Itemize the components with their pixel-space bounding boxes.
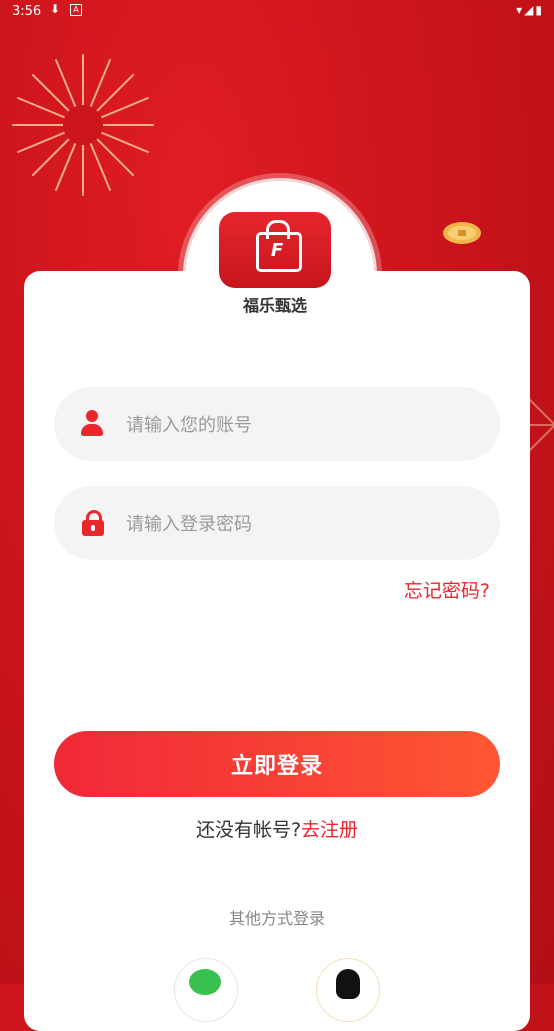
account-field[interactable] — [54, 387, 500, 463]
forgot-password-link[interactable]: 忘记密码? — [404, 576, 490, 603]
logo-letter: F — [270, 240, 284, 261]
signal-battery-icons: ▾◢▮ — [516, 3, 544, 17]
register-line: 还没有帐号?去注册 — [0, 815, 554, 842]
notification-icon: A — [70, 4, 82, 16]
account-input[interactable] — [124, 387, 478, 463]
no-account-text: 还没有帐号? — [195, 819, 302, 841]
qq-icon — [336, 969, 360, 999]
app-name: 福乐甄选 — [242, 296, 307, 315]
lock-icon — [82, 510, 104, 536]
password-field[interactable] — [54, 486, 500, 562]
wechat-icon — [189, 969, 221, 995]
wechat-login-button[interactable] — [174, 958, 238, 1022]
firework-decoration — [12, 54, 154, 196]
status-bar: 3:56 ⬇ A ▾◢▮ — [0, 0, 554, 24]
coin-decoration — [443, 222, 481, 244]
download-icon: ⬇ — [50, 2, 61, 16]
other-login-label: 其他方式登录 — [228, 909, 325, 928]
password-input[interactable] — [124, 486, 478, 562]
login-button[interactable]: 立即登录 — [54, 731, 500, 797]
user-icon — [80, 410, 104, 438]
register-link[interactable]: 去注册 — [301, 819, 358, 841]
qq-login-button[interactable] — [316, 958, 380, 1022]
status-time: 3:56 — [12, 4, 42, 19]
